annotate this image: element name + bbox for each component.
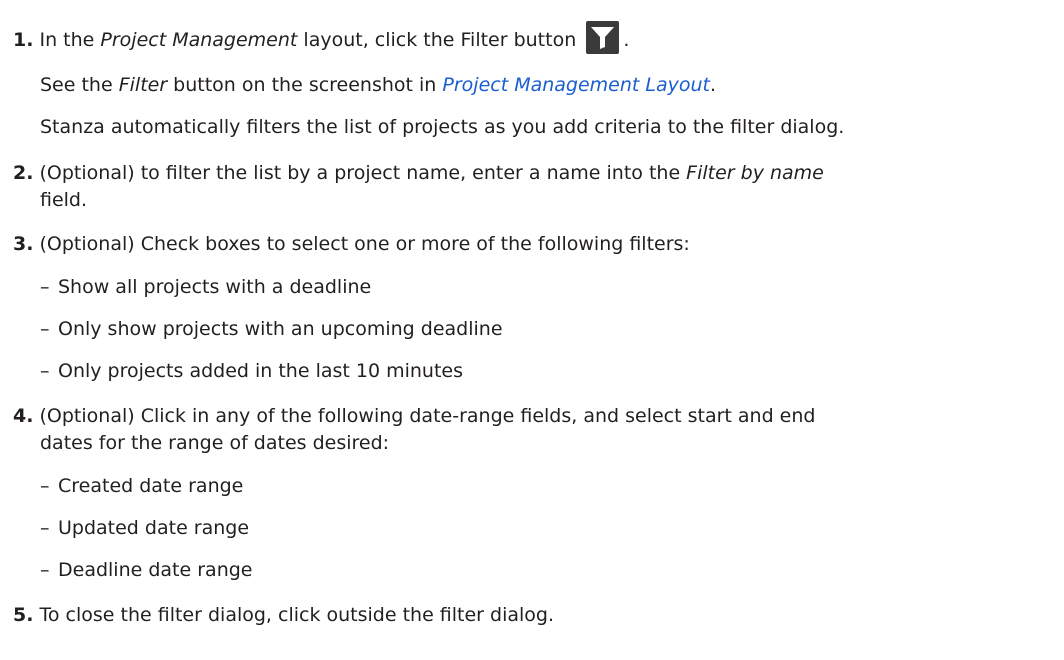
note-text-pre: See the — [40, 74, 119, 96]
step-1-note-2: Stanza automatically filters the list of… — [40, 116, 845, 138]
list-item-text: Updated date range — [58, 517, 250, 539]
bullet-dash: – — [40, 559, 50, 581]
list-item: – Show all projects with a deadline — [40, 274, 371, 300]
step-text: To close the filter dialog, click outsid… — [39, 604, 555, 626]
step-number: 1. — [13, 29, 34, 51]
filter-funnel-icon — [591, 27, 615, 49]
step-1: 1. In the Project Management layout, cli… — [13, 21, 630, 57]
step-2-continuation: field. — [40, 189, 88, 211]
bullet-dash: – — [40, 318, 50, 340]
filter-by-name-term: Filter by name — [686, 162, 824, 184]
step-text: (Optional) Check boxes to select one or … — [39, 233, 690, 255]
step-number: 4. — [13, 405, 34, 427]
list-item-text: Only show projects with an upcoming dead… — [58, 318, 503, 340]
step-3: 3. (Optional) Check boxes to select one … — [13, 231, 690, 257]
note-text-end: . — [709, 74, 717, 96]
step-2: 2. (Optional) to filter the list by a pr… — [13, 160, 824, 186]
list-item-text: Created date range — [58, 475, 244, 497]
project-management-layout-link[interactable]: Project Management Layout — [442, 74, 710, 96]
list-item-text: Deadline date range — [58, 559, 253, 581]
step-5: 5. To close the filter dialog, click out… — [13, 602, 554, 628]
list-item-text: Only projects added in the last 10 minut… — [58, 360, 464, 382]
layout-name: Project Management — [100, 29, 298, 51]
step-4-continuation: dates for the range of dates desired: — [40, 432, 390, 454]
step-text: (Optional) Click in any of the following… — [39, 405, 816, 427]
step-text-pre: (Optional) to filter the list by a proje… — [39, 162, 687, 184]
step-1-note-1: See the Filter button on the screenshot … — [40, 72, 716, 98]
bullet-dash: – — [40, 475, 50, 497]
bullet-dash: – — [40, 517, 50, 539]
filter-button[interactable] — [586, 21, 620, 54]
step-text-end: . — [623, 29, 630, 51]
list-item: – Deadline date range — [40, 557, 252, 583]
step-number: 2. — [13, 162, 34, 184]
list-item: – Only projects added in the last 10 minu… — [40, 358, 463, 384]
note-text-mid: button on the screenshot in — [167, 74, 443, 96]
filter-term: Filter — [118, 74, 168, 96]
list-item: – Only show projects with an upcoming dea… — [40, 316, 503, 342]
list-item: – Created date range — [40, 473, 243, 499]
step-number: 5. — [13, 604, 34, 626]
bullet-dash: – — [40, 276, 50, 298]
list-item: – Updated date range — [40, 515, 249, 541]
step-text-post: layout, click the Filter button — [297, 29, 577, 51]
step-text-pre: In the — [39, 29, 101, 51]
step-number: 3. — [13, 233, 34, 255]
step-4: 4. (Optional) Click in any of the follow… — [13, 403, 815, 429]
bullet-dash: – — [40, 360, 50, 382]
list-item-text: Show all projects with a deadline — [58, 276, 372, 298]
